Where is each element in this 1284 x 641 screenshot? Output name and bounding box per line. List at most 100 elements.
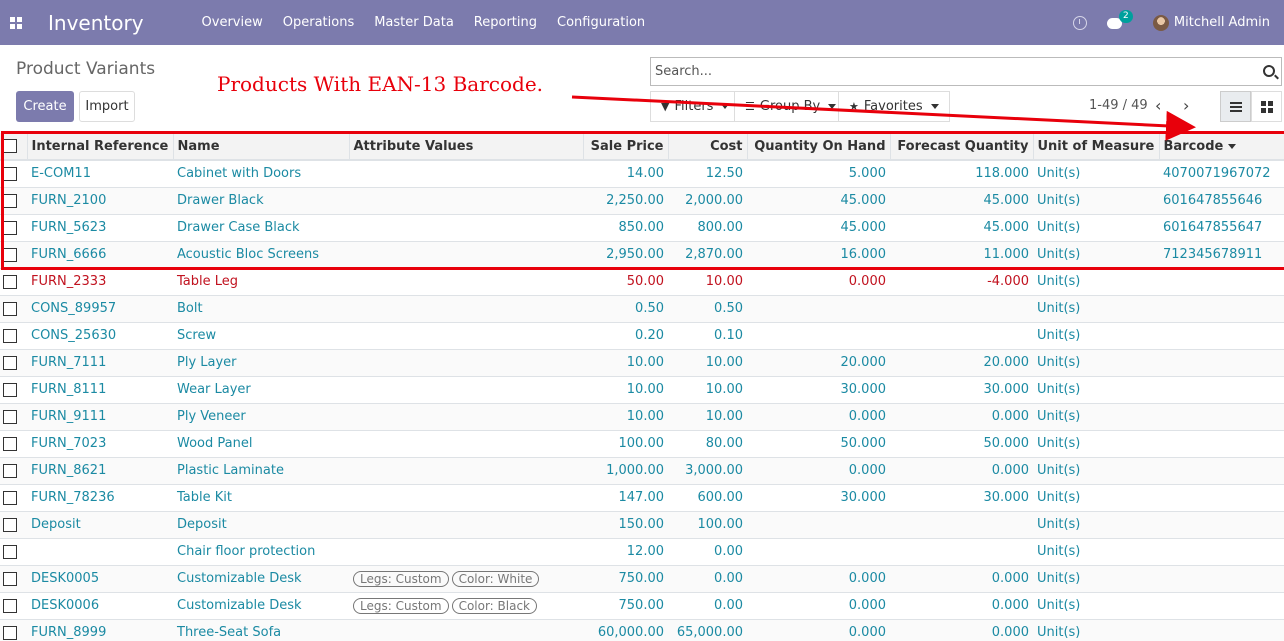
- cell-barcode[interactable]: [1159, 322, 1284, 350]
- menu-item-configuration[interactable]: Configuration: [547, 0, 655, 45]
- cell-unit-of-measure[interactable]: Unit(s): [1033, 160, 1159, 188]
- cell-attribute-values[interactable]: [349, 214, 583, 242]
- column-header-unit-of-measure[interactable]: Unit of Measure: [1032, 133, 1159, 161]
- cell-cost[interactable]: 100.00: [668, 511, 747, 539]
- cell-forecast-quantity[interactable]: 50.000: [890, 430, 1033, 458]
- table-row[interactable]: FURN_7023 Wood Panel 100.00 80.00 50.000 50.0…: [0, 430, 1284, 458]
- apps-menu-icon[interactable]: [0, 0, 32, 45]
- cell-forecast-quantity[interactable]: 20.000: [890, 349, 1033, 377]
- search-input[interactable]: [651, 58, 1251, 85]
- cell-barcode[interactable]: 601647855646: [1159, 187, 1284, 215]
- cell-sale-price[interactable]: 10.00: [583, 403, 668, 431]
- cell-cost[interactable]: 800.00: [668, 214, 747, 242]
- cell-forecast-quantity[interactable]: 0.000: [890, 565, 1033, 593]
- row-checkbox[interactable]: [3, 517, 17, 532]
- cell-cost[interactable]: 10.00: [668, 403, 747, 431]
- cell-sale-price[interactable]: 1,000.00: [583, 457, 668, 485]
- cell-cost[interactable]: 10.00: [668, 268, 747, 296]
- cell-attribute-values[interactable]: [349, 187, 583, 215]
- cell-barcode[interactable]: [1159, 457, 1284, 485]
- menu-item-operations[interactable]: Operations: [273, 0, 364, 45]
- cell-quantity-on-hand[interactable]: 16.000: [747, 241, 890, 269]
- cell-attribute-values[interactable]: [349, 295, 583, 323]
- cell-sale-price[interactable]: 60,000.00: [583, 619, 668, 641]
- cell-cost[interactable]: 2,870.00: [668, 241, 747, 269]
- cell-barcode[interactable]: [1159, 376, 1284, 404]
- table-row[interactable]: FURN_5623 Drawer Case Black 850.00 800.00 45…: [0, 214, 1284, 242]
- cell-sale-price[interactable]: 850.00: [583, 214, 668, 242]
- row-checkbox[interactable]: [3, 625, 17, 640]
- cell-internal-reference[interactable]: CONS_25630: [27, 322, 173, 350]
- cell-forecast-quantity[interactable]: 45.000: [890, 187, 1033, 215]
- cell-attribute-values[interactable]: [349, 376, 583, 404]
- cell-internal-reference[interactable]: FURN_8111: [27, 376, 173, 404]
- cell-unit-of-measure[interactable]: Unit(s): [1033, 241, 1159, 269]
- messaging-chat-icon[interactable]: 2: [1106, 9, 1133, 30]
- cell-attribute-values[interactable]: Legs: Custom Color: White: [349, 565, 583, 593]
- group-by-button[interactable]: ☰ Group By: [734, 91, 848, 122]
- column-header-cost[interactable]: Cost: [667, 133, 747, 161]
- cell-unit-of-measure[interactable]: Unit(s): [1033, 403, 1159, 431]
- cell-attribute-values[interactable]: [349, 322, 583, 350]
- cell-unit-of-measure[interactable]: Unit(s): [1033, 430, 1159, 458]
- cell-cost[interactable]: 10.00: [668, 376, 747, 404]
- cell-quantity-on-hand[interactable]: [747, 538, 890, 566]
- cell-attribute-values[interactable]: [349, 619, 583, 641]
- cell-name[interactable]: Table Kit: [173, 484, 349, 512]
- cell-internal-reference[interactable]: DESK0005: [27, 565, 173, 593]
- cell-unit-of-measure[interactable]: Unit(s): [1033, 619, 1159, 641]
- cell-quantity-on-hand[interactable]: 0.000: [747, 403, 890, 431]
- app-title[interactable]: Inventory: [48, 11, 144, 35]
- row-checkbox[interactable]: [3, 166, 17, 181]
- row-checkbox[interactable]: [3, 598, 17, 613]
- cell-unit-of-measure[interactable]: Unit(s): [1033, 295, 1159, 323]
- cell-name[interactable]: Wood Panel: [173, 430, 349, 458]
- list-view-button[interactable]: [1220, 91, 1251, 122]
- row-checkbox[interactable]: [3, 193, 17, 208]
- user-avatar[interactable]: [1152, 14, 1169, 31]
- cell-internal-reference[interactable]: FURN_2100: [27, 187, 173, 215]
- cell-internal-reference[interactable]: CONS_89957: [27, 295, 173, 323]
- cell-unit-of-measure[interactable]: Unit(s): [1033, 592, 1159, 620]
- cell-attribute-values[interactable]: [349, 511, 583, 539]
- cell-barcode[interactable]: 712345678911: [1159, 241, 1284, 269]
- cell-barcode[interactable]: [1159, 349, 1284, 377]
- cell-unit-of-measure[interactable]: Unit(s): [1033, 214, 1159, 242]
- cell-cost[interactable]: 65,000.00: [668, 619, 747, 641]
- cell-forecast-quantity[interactable]: 30.000: [890, 376, 1033, 404]
- column-header-attribute-values[interactable]: Attribute Values: [348, 133, 583, 161]
- row-checkbox[interactable]: [3, 409, 17, 424]
- cell-sale-price[interactable]: 147.00: [583, 484, 668, 512]
- row-checkbox[interactable]: [3, 436, 17, 451]
- table-row[interactable]: E-COM11 Cabinet with Doors 14.00 12.50 5.000…: [0, 160, 1284, 188]
- row-checkbox[interactable]: [3, 247, 17, 262]
- cell-barcode[interactable]: [1159, 511, 1284, 539]
- cell-quantity-on-hand[interactable]: 45.000: [747, 187, 890, 215]
- cell-forecast-quantity[interactable]: 45.000: [890, 214, 1033, 242]
- kanban-view-button[interactable]: [1251, 91, 1282, 122]
- cell-internal-reference[interactable]: DESK0006: [27, 592, 173, 620]
- cell-unit-of-measure[interactable]: Unit(s): [1033, 538, 1159, 566]
- search-icon[interactable]: [1263, 65, 1275, 77]
- cell-name[interactable]: Table Leg: [173, 268, 349, 296]
- cell-barcode[interactable]: [1159, 295, 1284, 323]
- cell-sale-price[interactable]: 750.00: [583, 565, 668, 593]
- cell-unit-of-measure[interactable]: Unit(s): [1033, 565, 1159, 593]
- cell-forecast-quantity[interactable]: 0.000: [890, 403, 1033, 431]
- table-row[interactable]: FURN_8111 Wear Layer 10.00 10.00 30.000 30.00…: [0, 376, 1284, 404]
- cell-internal-reference[interactable]: FURN_78236: [27, 484, 173, 512]
- favorites-button[interactable]: ★ Favorites: [838, 91, 950, 122]
- cell-quantity-on-hand[interactable]: 5.000: [747, 160, 890, 188]
- cell-cost[interactable]: 0.50: [668, 295, 747, 323]
- cell-name[interactable]: Bolt: [173, 295, 349, 323]
- chevron-left-icon[interactable]: ‹: [1155, 96, 1161, 115]
- cell-attribute-values[interactable]: [349, 457, 583, 485]
- cell-quantity-on-hand[interactable]: 0.000: [747, 592, 890, 620]
- row-checkbox[interactable]: [3, 571, 17, 586]
- cell-cost[interactable]: 600.00: [668, 484, 747, 512]
- menu-item-overview[interactable]: Overview: [192, 0, 273, 45]
- cell-cost[interactable]: 0.00: [668, 538, 747, 566]
- menu-item-master-data[interactable]: Master Data: [364, 0, 464, 45]
- cell-barcode[interactable]: 4070071967072: [1159, 160, 1284, 188]
- cell-attribute-values[interactable]: [349, 349, 583, 377]
